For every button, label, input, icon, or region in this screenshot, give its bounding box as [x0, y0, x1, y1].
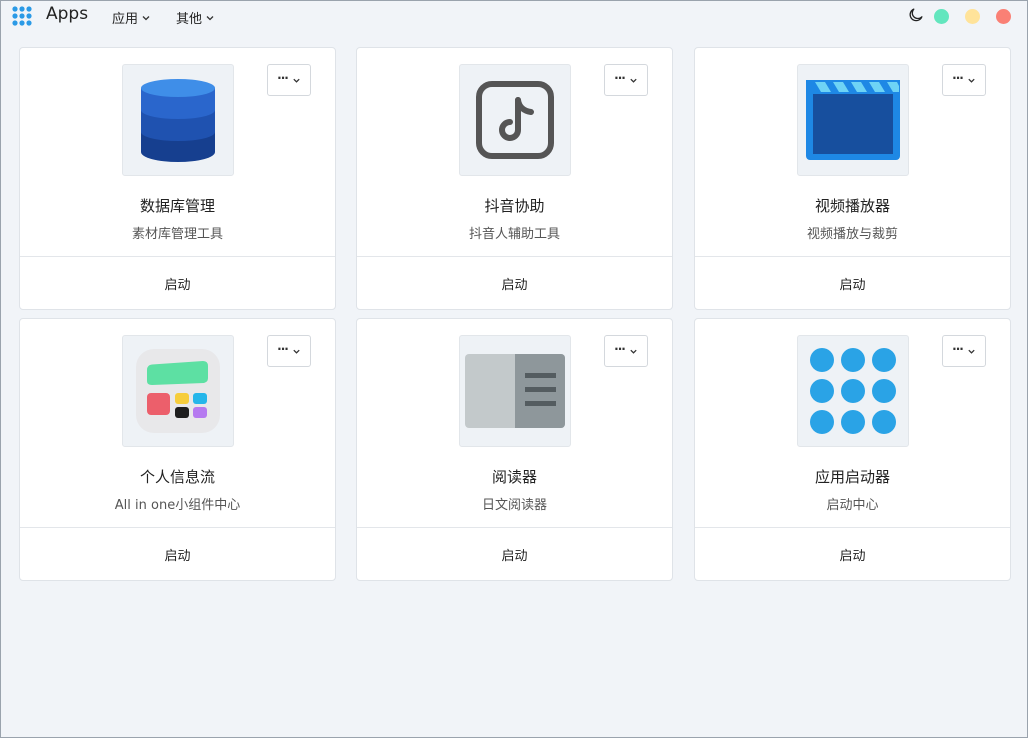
maximize-button[interactable]	[934, 9, 949, 24]
more-icon: ···	[614, 71, 626, 85]
app-card-tiktok: ··· 抖音协助 抖音人辅助工具 启动	[356, 47, 673, 310]
app-card-launcher: ··· 应用启动器 启动中心 启动	[694, 318, 1011, 581]
chevron-down-icon	[968, 78, 975, 83]
dark-mode-moon-icon[interactable]	[907, 7, 924, 24]
reader-icon	[465, 354, 565, 428]
launch-button[interactable]: 启动	[357, 257, 672, 310]
menu-apps[interactable]: 应用	[112, 8, 151, 27]
app-title: 应用启动器	[814, 468, 890, 486]
app-icon-box	[797, 335, 909, 447]
more-icon: ···	[277, 71, 289, 85]
app-subtitle: 视频播放与裁剪	[806, 227, 898, 242]
launch-button[interactable]: 启动	[695, 257, 1010, 310]
card-options-button[interactable]: ···	[604, 64, 648, 96]
app-title: 个人信息流	[139, 468, 215, 486]
launch-button[interactable]: 启动	[20, 257, 335, 310]
menu-other-label: 其他	[176, 12, 203, 27]
app-subtitle: 日文阅读器	[481, 498, 547, 513]
chevron-down-icon	[206, 15, 214, 20]
app-grid-icon	[810, 348, 896, 434]
app-card-video-player: ··· 视频播放器 视频播放与裁剪 启动	[694, 47, 1011, 310]
more-icon: ···	[952, 342, 964, 356]
clapperboard-icon	[806, 80, 900, 160]
database-icon	[141, 79, 215, 162]
app-subtitle: 抖音人辅助工具	[468, 227, 560, 242]
card-options-button[interactable]: ···	[604, 335, 648, 367]
more-icon: ···	[277, 342, 289, 356]
chevron-down-icon	[293, 349, 300, 354]
app-subtitle: 素材库管理工具	[131, 227, 223, 242]
app-icon-box	[459, 335, 571, 447]
app-icon-box	[459, 64, 571, 176]
menu-other[interactable]: 其他	[176, 8, 215, 27]
chevron-down-icon	[630, 349, 637, 354]
close-button[interactable]	[996, 9, 1011, 24]
app-subtitle: All in one小组件中心	[114, 498, 241, 513]
app-window: Apps 应用 其他 ··· 数据库管理 素材库管理工具 启动 ··· 抖音协助…	[0, 0, 1028, 738]
widgets-icon	[136, 349, 220, 433]
app-card-database: ··· 数据库管理 素材库管理工具 启动	[19, 47, 336, 310]
app-icon-box	[797, 64, 909, 176]
launch-button[interactable]: 启动	[357, 528, 672, 581]
app-title: Apps	[46, 4, 89, 24]
app-card-reader: ··· 阅读器 日文阅读器 启动	[356, 318, 673, 581]
minimize-button[interactable]	[965, 9, 980, 24]
menu-apps-label: 应用	[112, 12, 139, 27]
app-icon-box	[122, 335, 234, 447]
launch-button[interactable]: 启动	[695, 528, 1010, 581]
app-title: 抖音协助	[484, 197, 545, 215]
chevron-down-icon	[630, 78, 637, 83]
card-options-button[interactable]: ···	[267, 64, 311, 96]
launch-button[interactable]: 启动	[20, 528, 335, 581]
app-grid-logo-icon	[12, 6, 32, 26]
card-options-button[interactable]: ···	[942, 64, 986, 96]
app-title: 视频播放器	[814, 197, 890, 215]
app-title: 阅读器	[491, 468, 537, 486]
card-options-button[interactable]: ···	[942, 335, 986, 367]
tiktok-icon	[476, 81, 554, 159]
app-subtitle: 启动中心	[826, 498, 879, 513]
card-options-button[interactable]: ···	[267, 335, 311, 367]
app-icon-box	[122, 64, 234, 176]
chevron-down-icon	[142, 15, 150, 20]
more-icon: ···	[952, 71, 964, 85]
app-title: 数据库管理	[139, 197, 215, 215]
chevron-down-icon	[293, 78, 300, 83]
chevron-down-icon	[968, 349, 975, 354]
app-card-widgets: ··· 个人信息流 All in one小组件中心 启动	[19, 318, 336, 581]
more-icon: ···	[614, 342, 626, 356]
header-bar: Apps 应用 其他	[1, 1, 1027, 33]
